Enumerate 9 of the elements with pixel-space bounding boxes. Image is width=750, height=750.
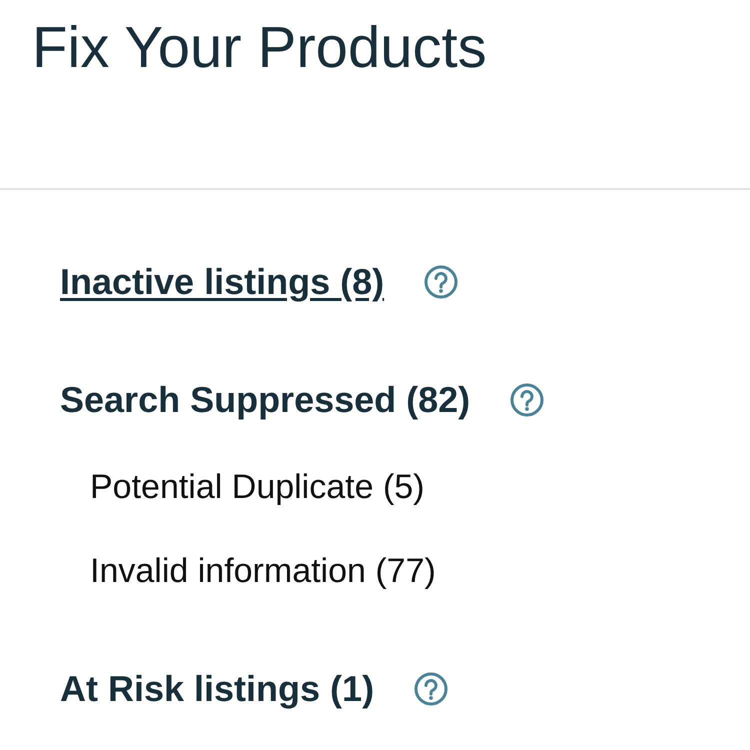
- subcategory-label: Potential Duplicate (5): [90, 467, 426, 507]
- section-link[interactable]: Inactive listings (8): [60, 262, 384, 302]
- section-heading: Search Suppressed (82): [60, 380, 470, 420]
- help-icon[interactable]: [414, 672, 448, 706]
- section-heading: At Risk listings (1): [60, 669, 374, 709]
- help-icon[interactable]: [510, 383, 544, 417]
- help-icon[interactable]: [424, 265, 458, 299]
- page-title: Fix Your Products: [31, 14, 488, 82]
- subcategory-label: Invalid information (77): [90, 551, 437, 591]
